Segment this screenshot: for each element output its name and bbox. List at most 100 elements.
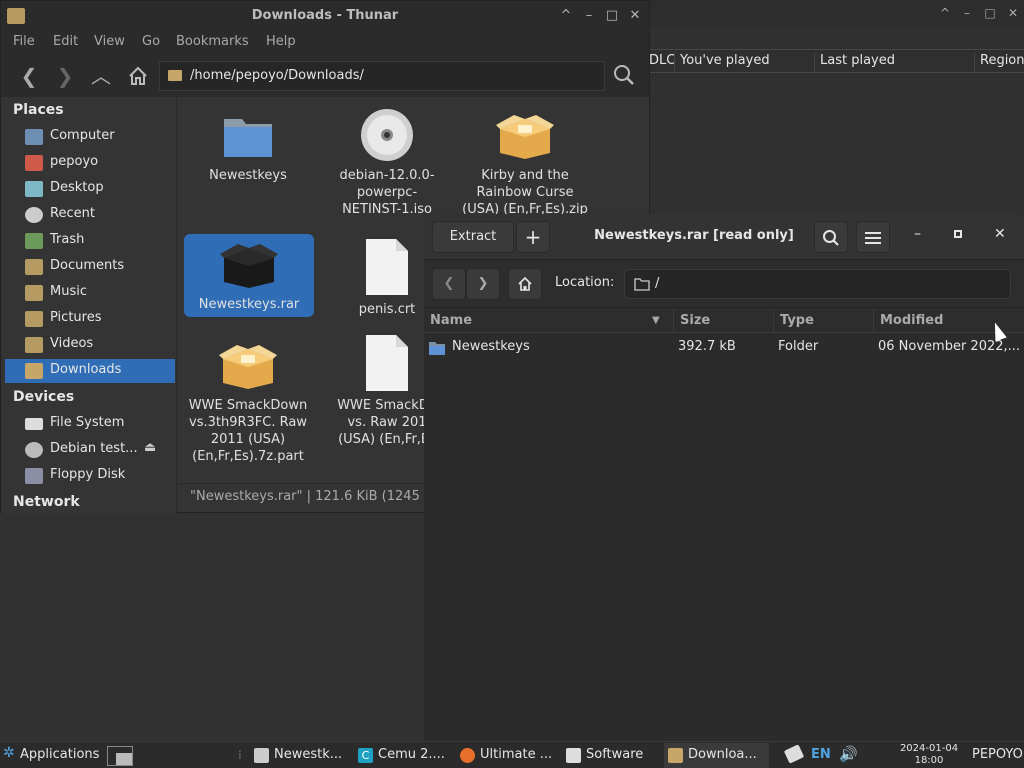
separator-icon: ⁞: [238, 748, 242, 762]
sidebar-item-downloads[interactable]: Downloads: [5, 359, 175, 383]
sidebar-item-home[interactable]: pepoyo: [5, 151, 175, 175]
location-entry[interactable]: /: [624, 269, 1011, 299]
sidebar-item-trash[interactable]: Trash: [5, 229, 175, 253]
sidebar-item-music[interactable]: Music: [5, 281, 175, 305]
user-name[interactable]: PEPOYO: [972, 747, 1023, 762]
cemu-minimize-button-2[interactable]: –: [958, 4, 976, 22]
cell-name: Newestkeys: [452, 339, 530, 354]
cemu-close-button[interactable]: ✕: [1004, 4, 1022, 22]
sidebar-item-filesystem[interactable]: File System: [5, 412, 175, 436]
sidebar-item-label: Music: [50, 284, 87, 299]
minimize-button[interactable]: –: [580, 7, 598, 25]
close-button[interactable]: ✕: [626, 7, 644, 25]
folder-icon: [25, 363, 43, 379]
menu-view[interactable]: View: [94, 34, 125, 49]
task-software[interactable]: Software: [562, 743, 662, 768]
network-icon[interactable]: [783, 744, 805, 764]
file-item[interactable]: debian-12.0.0- powerpc- NETINST-1.iso: [322, 107, 452, 218]
home-button[interactable]: [508, 268, 542, 300]
file-item[interactable]: Kirby and the Rainbow Curse (USA) (En,Fr…: [460, 107, 590, 215]
menu-go[interactable]: Go: [142, 34, 160, 49]
volume-icon[interactable]: 🔊: [839, 745, 858, 763]
sidebar-item-computer[interactable]: Computer: [5, 125, 175, 149]
menu-help[interactable]: Help: [266, 34, 296, 49]
applications-menu[interactable]: ✲ Applications: [0, 743, 105, 768]
search-icon: [823, 230, 839, 246]
keyboard-layout[interactable]: EN: [811, 747, 831, 762]
file-label-line: 2011 (USA): [210, 432, 286, 447]
selection-highlight: Newestkeys.rar: [184, 234, 314, 317]
thunar-titlebar: Downloads - Thunar ^ – □ ✕: [1, 1, 649, 31]
sidebar-item-label: Computer: [50, 128, 115, 143]
cemu-minimize-button[interactable]: ^: [936, 4, 954, 22]
task-label: Newestk...: [274, 747, 343, 762]
up-icon[interactable]: ︿: [87, 63, 115, 89]
extract-button[interactable]: Extract: [432, 221, 514, 253]
home-icon[interactable]: [124, 63, 152, 89]
file-label-line: (USA) (En,Fr,Es).zip: [462, 202, 588, 215]
task-cemu[interactable]: C Cemu 2....: [354, 743, 454, 768]
search-icon[interactable]: [610, 63, 638, 89]
col-name-label: Name: [430, 313, 473, 328]
task-firefox[interactable]: Ultimate ...: [456, 743, 561, 768]
col-type[interactable]: Type: [773, 309, 873, 333]
eject-icon[interactable]: ⏏: [144, 440, 156, 455]
task-downloads[interactable]: Downloa...: [664, 743, 769, 768]
network-heading: Network: [13, 494, 80, 510]
maximize-button[interactable]: [954, 230, 962, 238]
minimize-button[interactable]: –: [914, 226, 928, 246]
headerbar: Extract + Newestkeys.rar [read only] – ✕: [424, 214, 1024, 260]
file-label-line: (En,Fr,Es).7z.part: [192, 449, 304, 464]
taskbar: ✲ Applications ⁞ Newestk... C Cemu 2.... …: [0, 741, 1024, 768]
toolbar: ❮ ❯ ︿ /home/pepoyo/Downloads/: [1, 55, 649, 97]
archive-icon: [219, 345, 277, 389]
file-item[interactable]: Newestkeys: [183, 107, 313, 184]
back-button[interactable]: ❮: [432, 268, 466, 300]
sidebar-item-debian-disc[interactable]: Debian test... ⏏: [5, 438, 175, 462]
sidebar-item-floppy[interactable]: Floppy Disk: [5, 464, 175, 488]
sidebar-item-label: Videos: [50, 336, 94, 351]
col-size[interactable]: Size: [673, 309, 773, 333]
sort-desc-icon: ▼: [652, 315, 660, 326]
table-row[interactable]: Newestkeys 392.7 kB Folder 06 November 2…: [424, 336, 1024, 358]
col-last-played[interactable]: Last played: [814, 53, 895, 71]
add-button[interactable]: +: [516, 221, 550, 253]
sidebar-item-label: Pictures: [50, 310, 102, 325]
document-icon: [366, 335, 408, 391]
forward-icon[interactable]: ❯: [51, 63, 79, 89]
location-bar[interactable]: /home/pepoyo/Downloads/: [159, 61, 605, 91]
applications-label: Applications: [20, 747, 100, 762]
menu-file[interactable]: File: [13, 34, 35, 49]
cemu-maximize-button[interactable]: □: [981, 4, 999, 22]
col-name[interactable]: Name ▼: [424, 309, 673, 333]
close-button[interactable]: ✕: [994, 226, 1006, 242]
back-icon[interactable]: ❮: [15, 63, 43, 89]
shade-button[interactable]: ^: [557, 7, 575, 25]
menu-bookmarks[interactable]: Bookmarks: [176, 34, 249, 49]
file-item-selected[interactable]: Newestkeys.rar: [184, 234, 314, 317]
col-region[interactable]: Region: [974, 53, 1024, 71]
menu-edit[interactable]: Edit: [53, 34, 78, 49]
sidebar-item-documents[interactable]: Documents: [5, 255, 175, 279]
workspace-switcher[interactable]: [107, 746, 133, 766]
forward-button[interactable]: ❯: [466, 268, 500, 300]
devices-heading: Devices: [13, 389, 75, 405]
sidebar-item-desktop[interactable]: Desktop: [5, 177, 175, 201]
menu-button[interactable]: [856, 221, 890, 253]
drive-icon: [25, 418, 43, 430]
window-title: Newestkeys.rar [read only]: [594, 228, 794, 243]
search-button[interactable]: [814, 221, 848, 253]
file-label-line: vs.3th9R3FC. Raw: [189, 415, 307, 430]
task-label: Cemu 2....: [378, 747, 445, 762]
task-archive[interactable]: Newestk...: [250, 743, 350, 768]
sidebar-item-recent[interactable]: Recent: [5, 203, 175, 227]
maximize-button[interactable]: □: [603, 7, 621, 25]
file-label-line: Kirby and the: [481, 168, 569, 183]
sidebar-item-label: Trash: [50, 232, 85, 247]
sidebar-item-videos[interactable]: Videos: [5, 333, 175, 357]
file-item[interactable]: WWE SmackDown vs.3th9R3FC. Raw 2011 (USA…: [183, 337, 313, 465]
clock[interactable]: 2024-01-04 18:00: [896, 743, 962, 767]
folder-icon: [668, 748, 683, 763]
col-you-played[interactable]: You've played: [674, 53, 770, 71]
sidebar-item-pictures[interactable]: Pictures: [5, 307, 175, 331]
